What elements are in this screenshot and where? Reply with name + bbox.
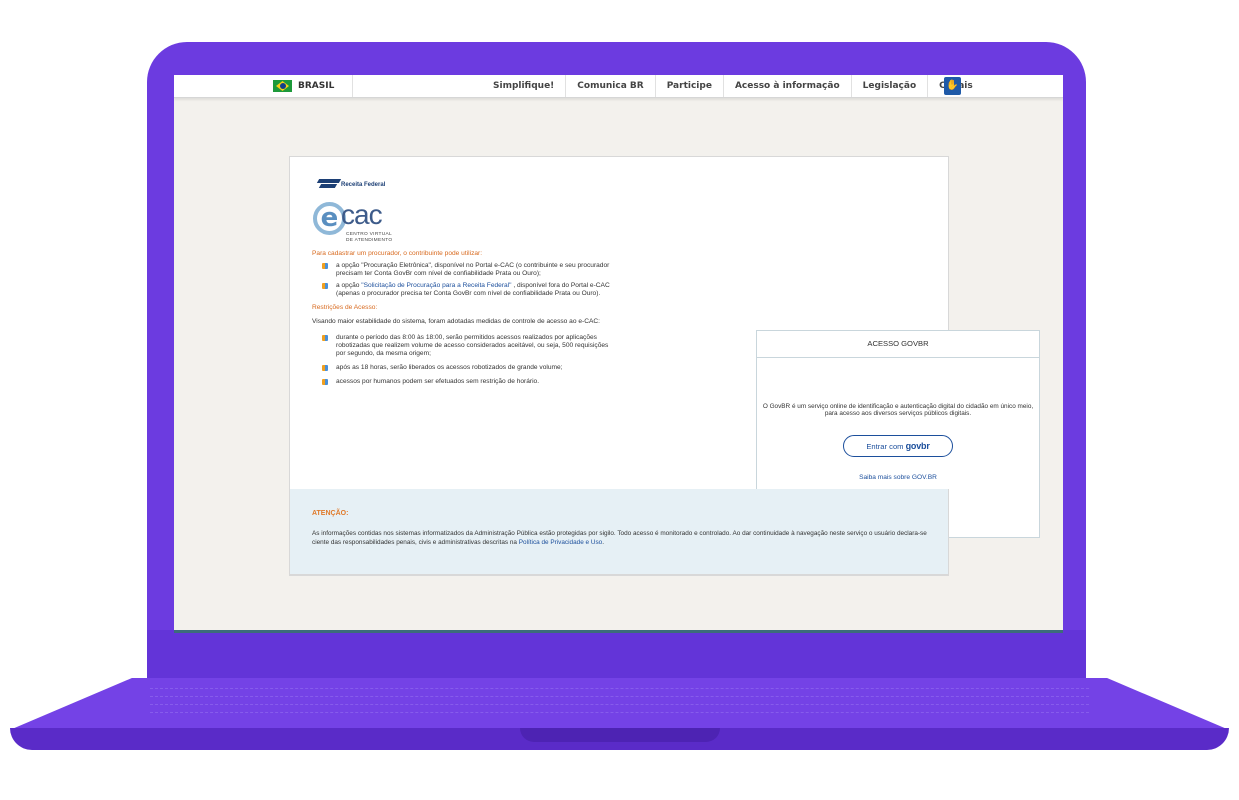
procurador-item-2-pre: a opção (336, 282, 362, 289)
restricoes-heading: Restrições de Acesso: (312, 304, 378, 311)
gov-top-bar: BRASIL Simplifique! Comunica BR Particip… (174, 75, 1063, 98)
divider (352, 75, 353, 97)
procurador-item-1: a opção "Procuração Eletrônica", disponí… (336, 262, 610, 277)
bullet-icon (322, 263, 328, 269)
ecac-wordmark: cac (341, 199, 383, 230)
attention-box: ATENÇÃO: As informações contidas nos sis… (289, 489, 949, 575)
solicitacao-procuracao-link[interactable]: "Solicitação de Procuração para a Receit… (361, 282, 511, 289)
restricao-item-1: durante o período das 8:00 às 18:00, ser… (336, 334, 609, 357)
govbr-title: ACESSO GOVBR (757, 331, 1039, 358)
ecac-subtitle-line2: DE ATENDIMENTO (346, 238, 393, 243)
brasil-label: BRASIL (298, 81, 335, 91)
info-column: Para cadastrar um procurador, o contribu… (312, 250, 612, 386)
key-row (150, 696, 1089, 701)
saiba-mais-link[interactable]: Saiba mais sobre GOV.BR (757, 474, 1039, 481)
privacy-policy-link[interactable]: Política de Privacidade e Uso (519, 539, 602, 546)
receita-federal-text: Receita Federal (341, 182, 386, 188)
brazil-flag-icon (273, 80, 292, 92)
nav-legislacao[interactable]: Legislação (850, 75, 927, 97)
screen-bottom-edge (174, 630, 1063, 633)
bullet-icon (322, 335, 328, 341)
attention-suffix: . (602, 539, 605, 546)
list-item: durante o período das 8:00 às 18:00, ser… (322, 334, 612, 358)
entrar-govbr-button[interactable]: Entrar com govbr (843, 435, 953, 457)
brasil-link[interactable]: BRASIL (273, 79, 334, 93)
ecac-subtitle: CENTRO VIRTUAL DE ATENDIMENTO (346, 232, 392, 244)
restricoes-list: durante o período das 8:00 às 18:00, ser… (312, 334, 612, 386)
restricao-item-3: acessos por humanos podem ser efetuados … (336, 378, 540, 385)
list-item: acessos por humanos podem ser efetuados … (322, 378, 612, 386)
nav-acesso-informacao[interactable]: Acesso à informação (722, 75, 851, 97)
list-item: a opção "Procuração Eletrônica", disponí… (322, 262, 612, 278)
bullet-icon (322, 379, 328, 385)
ecac-logo: e cac CENTRO VIRTUAL DE ATENDIMENTO (313, 199, 403, 250)
attention-body: As informações contidas nos sistemas inf… (312, 530, 927, 546)
bullet-icon (322, 365, 328, 371)
govbr-description: O GovBR é um serviço online de identific… (762, 403, 1034, 417)
vlibras-icon[interactable]: ✋ (944, 77, 961, 95)
nav-comunica-br[interactable]: Comunica BR (565, 75, 654, 97)
govbr-logo: govbr (905, 441, 930, 451)
nav-simplifique[interactable]: Simplifique! (482, 75, 565, 97)
key-row (150, 688, 1089, 693)
procurador-heading: Para cadastrar um procurador, o contribu… (312, 250, 483, 257)
key-row (150, 712, 1089, 717)
screen: BRASIL Simplifique! Comunica BR Particip… (174, 75, 1063, 632)
restricoes-intro: Visando maior estabilidade do sistema, f… (312, 318, 600, 325)
attention-title: ATENÇÃO: (312, 510, 349, 517)
receita-federal-logo: Receita Federal (316, 179, 385, 191)
bullet-icon (322, 283, 328, 289)
top-nav: Simplifique! Comunica BR Participe Acess… (482, 75, 984, 97)
nav-participe[interactable]: Participe (654, 75, 723, 97)
receita-federal-mark (316, 179, 342, 191)
list-item: a opção "Solicitação de Procuração para … (322, 282, 612, 298)
restricao-item-2: após as 18 horas, serão liberados os ace… (336, 364, 563, 371)
attention-text: As informações contidas nos sistemas inf… (312, 529, 932, 547)
keyboard (150, 682, 1089, 722)
entrar-label: Entrar com (866, 442, 904, 451)
procurador-list: a opção "Procuração Eletrônica", disponí… (312, 262, 612, 298)
laptop-notch (520, 728, 720, 742)
list-item: após as 18 horas, serão liberados os ace… (322, 364, 612, 372)
key-row (150, 704, 1089, 709)
